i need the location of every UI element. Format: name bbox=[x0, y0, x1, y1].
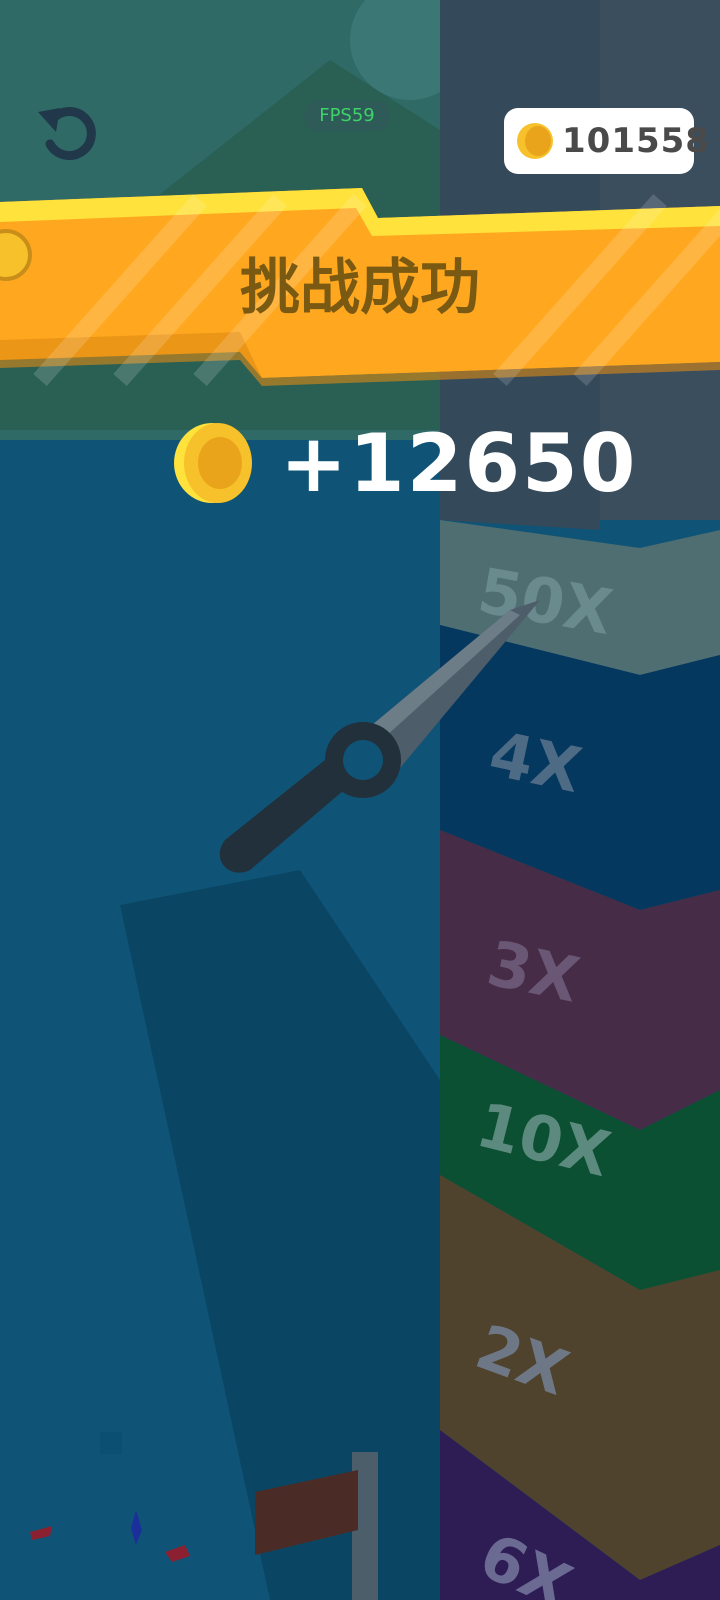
result-title: 挑战成功 bbox=[240, 253, 480, 323]
retry-button[interactable] bbox=[34, 100, 106, 166]
reward-amount: +12650 bbox=[280, 417, 638, 510]
retry-icon bbox=[38, 107, 96, 161]
coin-total: 101558 bbox=[562, 121, 710, 161]
reward-coin-icon bbox=[174, 423, 252, 503]
fps-counter: FPS59 bbox=[304, 101, 390, 131]
game-scene: 50X 4X 3X 10X 2X 6X bbox=[0, 0, 720, 1600]
coin-icon bbox=[517, 123, 553, 159]
level-badge bbox=[0, 229, 32, 281]
coin-balance: 101558 bbox=[504, 108, 710, 174]
